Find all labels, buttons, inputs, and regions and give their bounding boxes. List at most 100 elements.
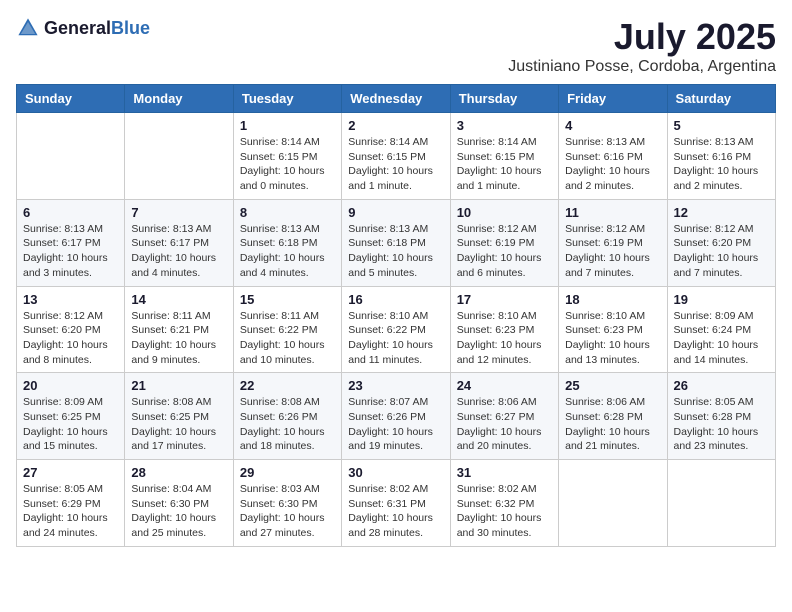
- day-detail: Sunrise: 8:04 AM Sunset: 6:30 PM Dayligh…: [131, 482, 226, 541]
- col-monday: Monday: [125, 85, 233, 113]
- day-detail: Sunrise: 8:12 AM Sunset: 6:20 PM Dayligh…: [23, 309, 118, 368]
- day-number: 31: [457, 465, 552, 480]
- table-row: 10 Sunrise: 8:12 AM Sunset: 6:19 PM Dayli…: [450, 199, 558, 286]
- day-detail: Sunrise: 8:14 AM Sunset: 6:15 PM Dayligh…: [348, 135, 443, 194]
- table-row: 19 Sunrise: 8:09 AM Sunset: 6:24 PM Dayli…: [667, 286, 775, 373]
- table-row: 13 Sunrise: 8:12 AM Sunset: 6:20 PM Dayli…: [17, 286, 125, 373]
- day-detail: Sunrise: 8:11 AM Sunset: 6:21 PM Dayligh…: [131, 309, 226, 368]
- table-row: [559, 460, 667, 547]
- day-detail: Sunrise: 8:07 AM Sunset: 6:26 PM Dayligh…: [348, 395, 443, 454]
- table-row: 16 Sunrise: 8:10 AM Sunset: 6:22 PM Dayli…: [342, 286, 450, 373]
- day-number: 6: [23, 205, 118, 220]
- day-detail: Sunrise: 8:13 AM Sunset: 6:17 PM Dayligh…: [23, 222, 118, 281]
- day-detail: Sunrise: 8:06 AM Sunset: 6:27 PM Dayligh…: [457, 395, 552, 454]
- table-row: [17, 113, 125, 200]
- day-number: 1: [240, 118, 335, 133]
- day-number: 29: [240, 465, 335, 480]
- logo-icon: [16, 16, 40, 40]
- table-row: 15Sunrise: 8:11 AM Sunset: 6:22 PM Dayli…: [233, 286, 341, 373]
- day-number: 26: [674, 378, 769, 393]
- day-detail: Sunrise: 8:02 AM Sunset: 6:31 PM Dayligh…: [348, 482, 443, 541]
- day-number: 13: [23, 292, 118, 307]
- table-row: 12 Sunrise: 8:12 AM Sunset: 6:20 PM Dayli…: [667, 199, 775, 286]
- day-number: 22: [240, 378, 335, 393]
- col-saturday: Saturday: [667, 85, 775, 113]
- day-detail: Sunrise: 8:13 AM Sunset: 6:18 PM Dayligh…: [348, 222, 443, 281]
- table-row: 9 Sunrise: 8:13 AM Sunset: 6:18 PM Daylig…: [342, 199, 450, 286]
- day-number: 4: [565, 118, 660, 133]
- table-row: 14 Sunrise: 8:11 AM Sunset: 6:21 PM Dayli…: [125, 286, 233, 373]
- day-number: 7: [131, 205, 226, 220]
- day-number: 3: [457, 118, 552, 133]
- day-number: 16: [348, 292, 443, 307]
- table-row: 26 Sunrise: 8:05 AM Sunset: 6:28 PM Dayli…: [667, 373, 775, 460]
- table-row: 21Sunrise: 8:08 AM Sunset: 6:25 PM Dayli…: [125, 373, 233, 460]
- calendar-table: Sunday Monday Tuesday Wednesday Thursday…: [16, 84, 776, 547]
- table-row: 31 Sunrise: 8:02 AM Sunset: 6:32 PM Dayli…: [450, 460, 558, 547]
- day-detail: Sunrise: 8:10 AM Sunset: 6:23 PM Dayligh…: [457, 309, 552, 368]
- day-number: 12: [674, 205, 769, 220]
- table-row: 23 Sunrise: 8:07 AM Sunset: 6:26 PM Dayli…: [342, 373, 450, 460]
- table-row: 7 Sunrise: 8:13 AM Sunset: 6:17 PM Daylig…: [125, 199, 233, 286]
- day-number: 17: [457, 292, 552, 307]
- calendar-week-row: 1 Sunrise: 8:14 AM Sunset: 6:15 PM Daylig…: [17, 113, 776, 200]
- logo-blue-text: Blue: [111, 18, 150, 38]
- day-detail: Sunrise: 8:12 AM Sunset: 6:20 PM Dayligh…: [674, 222, 769, 281]
- day-detail: Sunrise: 8:10 AM Sunset: 6:22 PM Dayligh…: [348, 309, 443, 368]
- day-detail: Sunrise: 8:08 AM Sunset: 6:26 PM Dayligh…: [240, 395, 335, 454]
- day-detail: Sunrise: 8:02 AM Sunset: 6:32 PM Dayligh…: [457, 482, 552, 541]
- day-number: 8: [240, 205, 335, 220]
- location-title: Justiniano Posse, Cordoba, Argentina: [508, 58, 776, 76]
- table-row: 28 Sunrise: 8:04 AM Sunset: 6:30 PM Dayli…: [125, 460, 233, 547]
- table-row: [667, 460, 775, 547]
- day-detail: Sunrise: 8:13 AM Sunset: 6:16 PM Dayligh…: [674, 135, 769, 194]
- day-detail: Sunrise: 8:10 AM Sunset: 6:23 PM Dayligh…: [565, 309, 660, 368]
- table-row: 20Sunrise: 8:09 AM Sunset: 6:25 PM Dayli…: [17, 373, 125, 460]
- day-number: 23: [348, 378, 443, 393]
- logo: GeneralBlue: [16, 16, 150, 40]
- day-detail: Sunrise: 8:08 AM Sunset: 6:25 PM Dayligh…: [131, 395, 226, 454]
- table-row: 17 Sunrise: 8:10 AM Sunset: 6:23 PM Dayli…: [450, 286, 558, 373]
- table-row: 22 Sunrise: 8:08 AM Sunset: 6:26 PM Dayli…: [233, 373, 341, 460]
- day-detail: Sunrise: 8:09 AM Sunset: 6:24 PM Dayligh…: [674, 309, 769, 368]
- day-number: 9: [348, 205, 443, 220]
- day-number: 18: [565, 292, 660, 307]
- calendar-header-row: Sunday Monday Tuesday Wednesday Thursday…: [17, 85, 776, 113]
- day-detail: Sunrise: 8:12 AM Sunset: 6:19 PM Dayligh…: [565, 222, 660, 281]
- day-number: 10: [457, 205, 552, 220]
- day-detail: Sunrise: 8:05 AM Sunset: 6:28 PM Dayligh…: [674, 395, 769, 454]
- day-detail: Sunrise: 8:13 AM Sunset: 6:16 PM Dayligh…: [565, 135, 660, 194]
- calendar-week-row: 20Sunrise: 8:09 AM Sunset: 6:25 PM Dayli…: [17, 373, 776, 460]
- table-row: 2 Sunrise: 8:14 AM Sunset: 6:15 PM Daylig…: [342, 113, 450, 200]
- day-number: 15: [240, 292, 335, 307]
- day-detail: Sunrise: 8:13 AM Sunset: 6:17 PM Dayligh…: [131, 222, 226, 281]
- day-detail: Sunrise: 8:14 AM Sunset: 6:15 PM Dayligh…: [457, 135, 552, 194]
- day-number: 11: [565, 205, 660, 220]
- calendar-week-row: 13 Sunrise: 8:12 AM Sunset: 6:20 PM Dayli…: [17, 286, 776, 373]
- day-number: 28: [131, 465, 226, 480]
- day-number: 24: [457, 378, 552, 393]
- day-number: 2: [348, 118, 443, 133]
- day-number: 25: [565, 378, 660, 393]
- table-row: 6 Sunrise: 8:13 AM Sunset: 6:17 PM Daylig…: [17, 199, 125, 286]
- day-number: 5: [674, 118, 769, 133]
- table-row: 5 Sunrise: 8:13 AM Sunset: 6:16 PM Daylig…: [667, 113, 775, 200]
- table-row: 1Sunrise: 8:14 AM Sunset: 6:15 PM Daylig…: [233, 113, 341, 200]
- logo-general-text: General: [44, 18, 111, 38]
- col-friday: Friday: [559, 85, 667, 113]
- table-row: 8Sunrise: 8:13 AM Sunset: 6:18 PM Daylig…: [233, 199, 341, 286]
- day-detail: Sunrise: 8:03 AM Sunset: 6:30 PM Dayligh…: [240, 482, 335, 541]
- day-detail: Sunrise: 8:09 AM Sunset: 6:25 PM Dayligh…: [23, 395, 118, 454]
- day-number: 27: [23, 465, 118, 480]
- table-row: 18 Sunrise: 8:10 AM Sunset: 6:23 PM Dayli…: [559, 286, 667, 373]
- day-detail: Sunrise: 8:06 AM Sunset: 6:28 PM Dayligh…: [565, 395, 660, 454]
- title-area: July 2025 Justiniano Posse, Cordoba, Arg…: [508, 16, 776, 76]
- col-thursday: Thursday: [450, 85, 558, 113]
- day-detail: Sunrise: 8:12 AM Sunset: 6:19 PM Dayligh…: [457, 222, 552, 281]
- day-detail: Sunrise: 8:05 AM Sunset: 6:29 PM Dayligh…: [23, 482, 118, 541]
- table-row: 25 Sunrise: 8:06 AM Sunset: 6:28 PM Dayli…: [559, 373, 667, 460]
- day-number: 14: [131, 292, 226, 307]
- day-number: 19: [674, 292, 769, 307]
- col-sunday: Sunday: [17, 85, 125, 113]
- table-row: 11 Sunrise: 8:12 AM Sunset: 6:19 PM Dayli…: [559, 199, 667, 286]
